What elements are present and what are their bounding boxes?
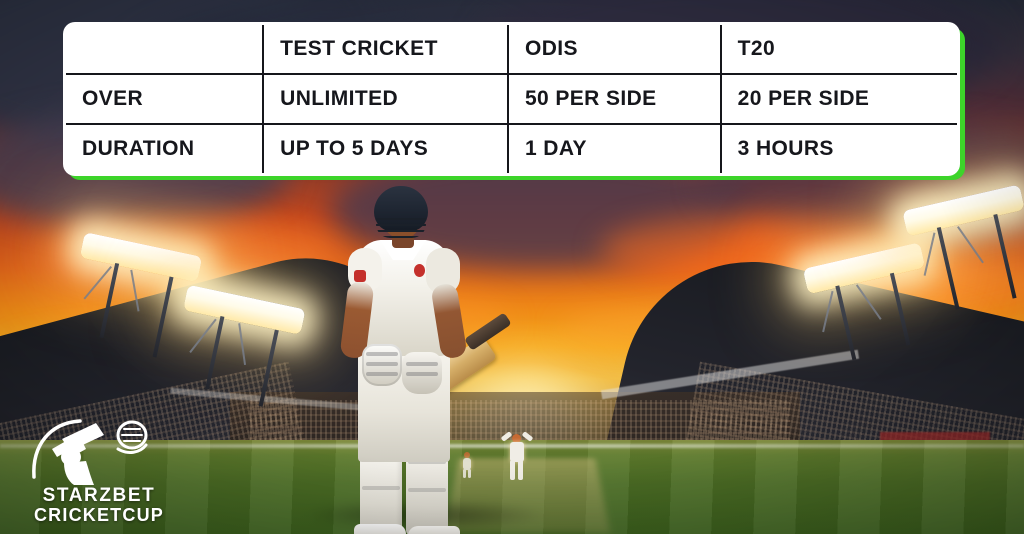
table-header-test-cricket: TEST CRICKET bbox=[262, 25, 509, 75]
table-header-odis: ODIS bbox=[506, 25, 722, 75]
cricket-formats-comparison-table: TEST CRICKET ODIS T20 OVER UNLIMITED 50 … bbox=[63, 22, 965, 180]
table-header-t20: T20 bbox=[719, 25, 957, 75]
starzbet-cricketcup-logo: STARZBET CRICKETCUP bbox=[24, 415, 174, 525]
table-cell-duration-test: UP TO 5 DAYS bbox=[262, 123, 509, 173]
table-header-row: TEST CRICKET ODIS T20 bbox=[66, 25, 957, 75]
cricket-shoe-left bbox=[354, 524, 406, 534]
logo-text-line2: CRICKETCUP bbox=[33, 505, 164, 525]
table-row-label-over: OVER bbox=[66, 73, 265, 125]
team-badge-sleeve bbox=[354, 270, 366, 282]
table-cell-duration-odis: 1 DAY bbox=[506, 123, 722, 173]
main-batsman bbox=[318, 186, 518, 534]
cricket-shoe-right bbox=[408, 526, 460, 534]
team-badge-chest bbox=[414, 264, 425, 277]
table-row-duration: DURATION UP TO 5 DAYS 1 DAY 3 HOURS bbox=[66, 123, 957, 173]
table-row-label-duration: DURATION bbox=[66, 123, 265, 173]
table-cell-over-test: UNLIMITED bbox=[262, 73, 509, 125]
helmet-grille bbox=[376, 216, 426, 238]
screenshot-canvas: TEST CRICKET ODIS T20 OVER UNLIMITED 50 … bbox=[0, 0, 1024, 534]
table-cell-over-t20: 20 PER SIDE bbox=[719, 73, 957, 125]
table-cell-duration-t20: 3 HOURS bbox=[719, 123, 957, 173]
table-row-over: OVER UNLIMITED 50 PER SIDE 20 PER SIDE bbox=[66, 73, 957, 125]
table-cell-corner-blank bbox=[66, 25, 265, 75]
batsman-silhouette-icon bbox=[32, 419, 148, 485]
logo-text-line1: STARZBET bbox=[42, 485, 156, 506]
table-cell-over-odis: 50 PER SIDE bbox=[506, 73, 722, 125]
